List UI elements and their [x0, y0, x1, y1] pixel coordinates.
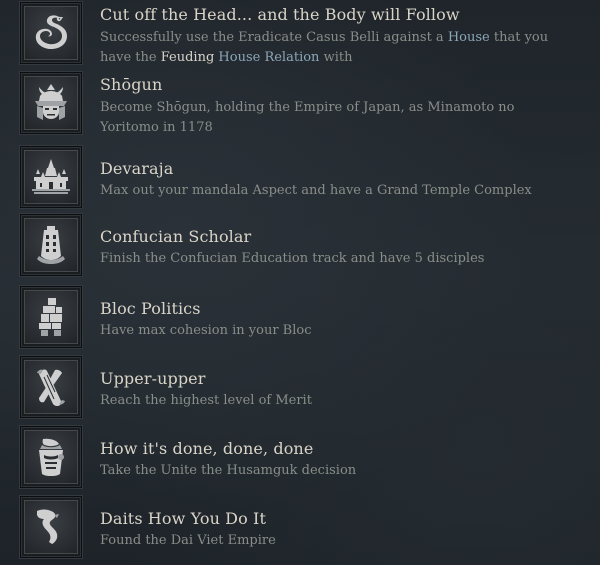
achievement-row[interactable]: Bloc Politics Have max cohesion in your …: [20, 286, 590, 350]
achievement-description: Take the Unite the Husamguk decision: [100, 463, 357, 478]
achievement-row[interactable]: Upper-upper Reach the highest level of M…: [20, 356, 590, 420]
achievement-icon-frame: [20, 146, 82, 208]
achievement-title: Daits How You Do It: [100, 509, 266, 528]
achievement-title: Devaraja: [100, 159, 174, 178]
feuding-keyword: Feuding: [160, 50, 215, 65]
bell-icon: [37, 226, 65, 264]
achievement-row[interactable]: Daits How You Do It Found the Dai Viet E…: [20, 496, 590, 560]
achievement-icon-frame: [20, 72, 82, 134]
achievement-list: Cut off the Head... and the Body will Fo…: [0, 0, 600, 565]
achievement-icon-frame: [20, 286, 82, 348]
serpent-icon: [35, 15, 67, 49]
achievement-title: Confucian Scholar: [100, 227, 252, 246]
temple-icon: [32, 159, 70, 194]
achievement-row[interactable]: How it's done, done, done Take the Unite…: [20, 426, 590, 490]
achievement-icon-frame: [20, 426, 82, 488]
achievement-title: Cut off the Head... and the Body will Fo…: [100, 5, 460, 24]
achievement-description: Found the Dai Viet Empire: [100, 533, 276, 548]
achievement-row[interactable]: Confucian Scholar Finish the Confucian E…: [20, 214, 590, 278]
achievement-title: How it's done, done, done: [100, 439, 314, 458]
achievement-description: Have max cohesion in your Bloc: [100, 323, 312, 338]
achievement-description: Reach the highest level of Merit: [100, 393, 312, 408]
noodle-cup-icon: [39, 438, 64, 476]
achievement-description: Finish the Confucian Education track and…: [100, 251, 485, 266]
achievement-icon-frame: [20, 356, 82, 418]
achievement-title: Upper-upper: [100, 369, 206, 388]
house-link[interactable]: House: [448, 30, 490, 45]
stacked-blocks-icon: [39, 298, 62, 336]
achievement-icon-frame: [20, 2, 82, 64]
house-relation-link[interactable]: House Relation: [218, 50, 319, 65]
vietnam-map-icon: [37, 509, 59, 544]
achievement-row[interactable]: Cut off the Head... and the Body will Fo…: [20, 2, 590, 66]
scroll-icon: [37, 369, 65, 406]
achievement-description: Successfully use the Eradicate Casus Bel…: [100, 30, 549, 65]
samurai-helmet-icon: [35, 84, 67, 120]
achievement-row[interactable]: Devaraja Max out your mandala Aspect and…: [20, 146, 590, 210]
achievement-icon-frame: [20, 214, 82, 276]
achievement-description: Max out your mandala Aspect and have a G…: [100, 183, 532, 198]
achievement-row[interactable]: Shōgun Become Shōgun, holding the Empire…: [20, 72, 590, 136]
achievement-title: Shōgun: [100, 75, 163, 94]
achievement-description: Become Shōgun, holding the Empire of Jap…: [100, 100, 515, 135]
achievement-icon-frame: [20, 496, 82, 558]
achievement-title: Bloc Politics: [100, 299, 201, 318]
